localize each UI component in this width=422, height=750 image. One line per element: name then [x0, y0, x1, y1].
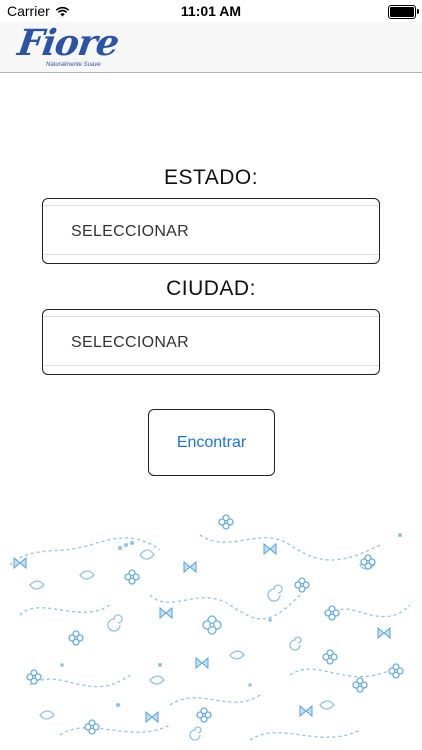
status-time: 11:01 AM: [180, 3, 242, 19]
battery-icon: [388, 5, 419, 19]
floral-pattern: [9, 514, 411, 741]
find-button[interactable]: Encontrar: [148, 409, 275, 476]
ciudad-picker-value: SELECCIONAR: [71, 334, 189, 351]
estado-picker[interactable]: SELECCIONAR: [42, 198, 380, 264]
brand-logo: Fiore Naturalmente Suave: [15, 22, 122, 70]
ciudad-picker[interactable]: SELECCIONAR: [42, 309, 380, 375]
logo-tagline: Naturalmente Suave: [46, 62, 101, 68]
estado-label: ESTADO:: [163, 166, 259, 189]
status-bar: Carrier 11:01 AM: [0, 0, 422, 22]
ciudad-label: CIUDAD:: [166, 277, 256, 300]
estado-picker-value: SELECCIONAR: [71, 223, 189, 240]
logo-wordmark: Fiore: [15, 22, 122, 64]
navigation-bar: Fiore Naturalmente Suave: [0, 22, 422, 73]
